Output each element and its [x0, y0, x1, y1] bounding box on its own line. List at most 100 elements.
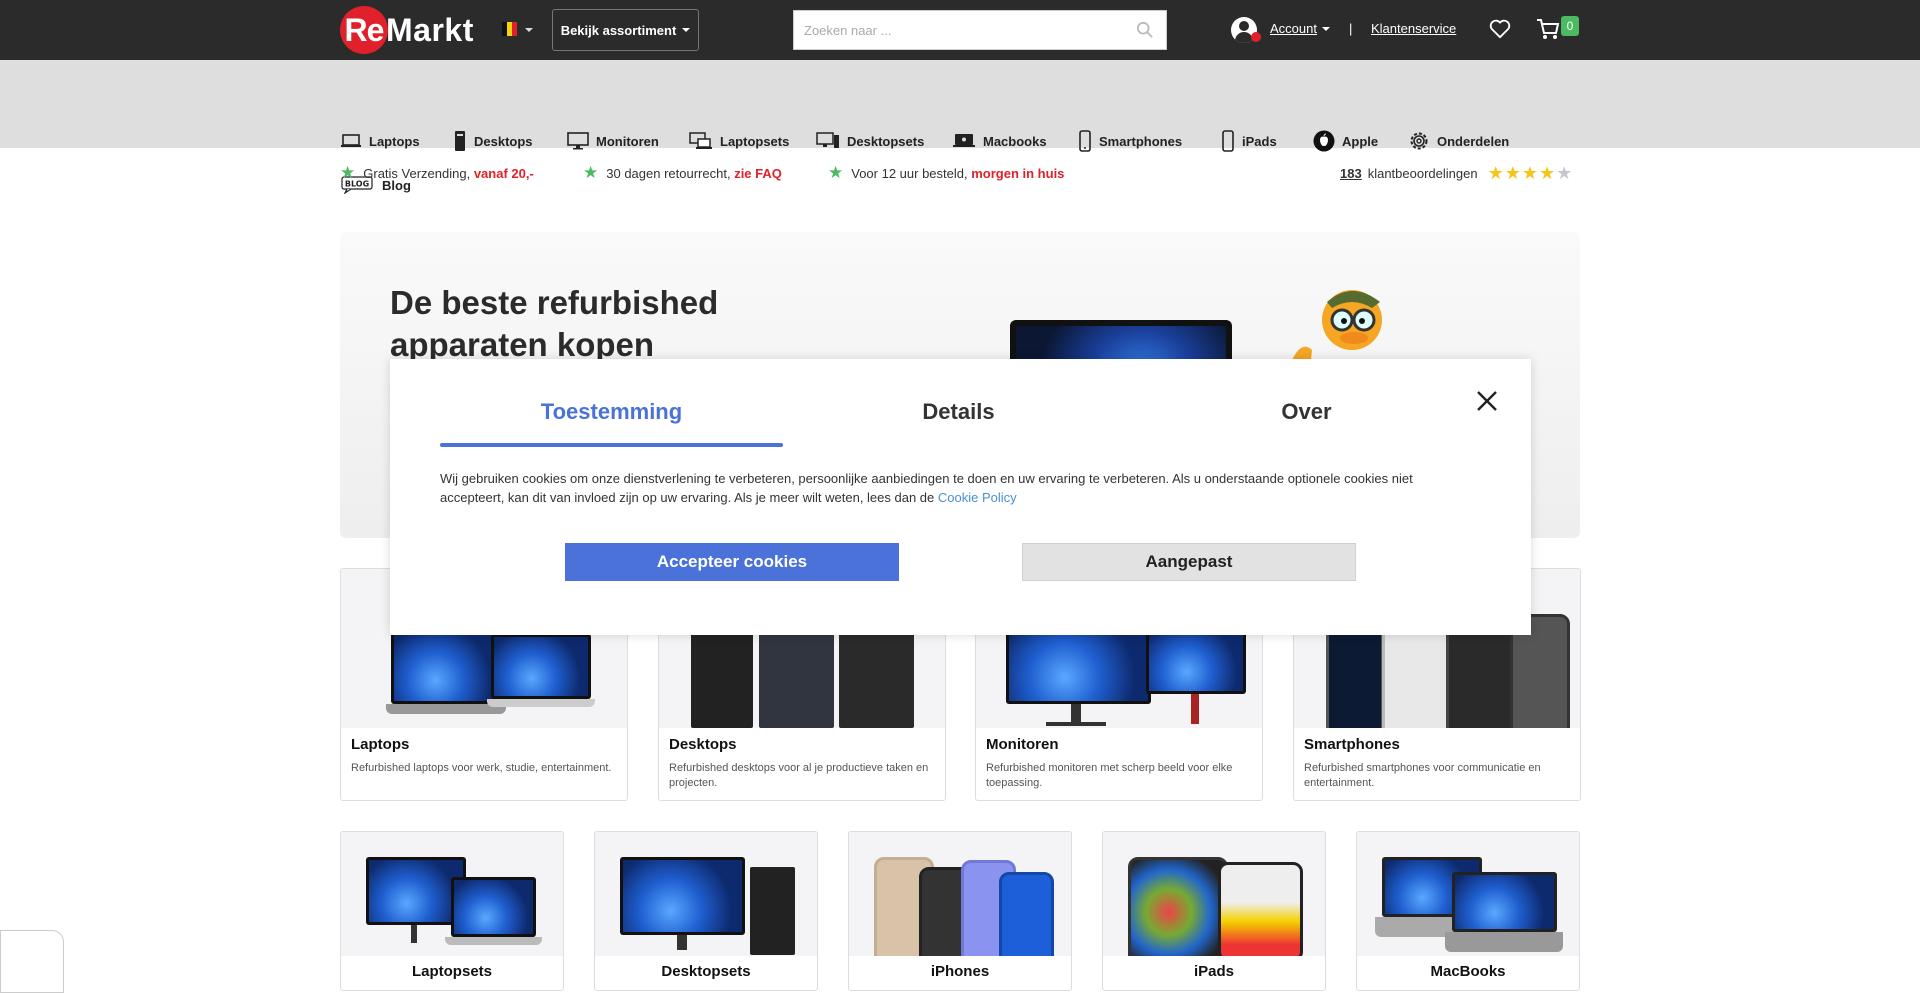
macbook-icon	[953, 134, 975, 147]
top-bar: Re Markt Bekijk assortiment Account | Kl…	[0, 0, 1920, 60]
nav-label: Desktops	[474, 133, 533, 149]
category-nav: Laptops Desktops Monitoren Laptopsets De…	[0, 60, 1920, 194]
nav-label: Macbooks	[983, 133, 1047, 149]
card-title: Desktopsets	[661, 963, 751, 980]
search-box	[793, 10, 1167, 50]
separator: |	[1349, 21, 1353, 36]
category-card-macbooks[interactable]: MacBooks	[1356, 831, 1580, 991]
desktop-tower-icon	[455, 131, 465, 151]
nav-item-desktopsets[interactable]: Desktopsets	[816, 129, 924, 153]
chat-widget[interactable]	[0, 930, 64, 993]
laptopset-icon	[689, 132, 712, 149]
hero-title: De beste refurbished apparaten kopen	[390, 284, 719, 363]
usp-shipping: ★ Gratis Verzending, vanaf 20,-	[340, 163, 534, 183]
card-description: Refurbished monitoren met scherp beeld v…	[986, 762, 1233, 789]
tablet-icon	[1222, 130, 1234, 152]
usp-text: Gratis Verzending,	[363, 165, 471, 181]
card-image	[849, 832, 1071, 956]
cookie-description: Wij gebruiken cookies om onze dienstverl…	[440, 471, 1413, 505]
heart-icon[interactable]	[1489, 19, 1511, 39]
star-icon: ★	[1539, 163, 1556, 183]
logo-mark: Re	[340, 6, 388, 54]
star-icon: ★	[340, 163, 356, 182]
nav-item-onderdelen[interactable]: Onderdelen	[1408, 129, 1509, 153]
usp-highlight: morgen in huis	[971, 165, 1065, 181]
star-icon: ★	[1556, 163, 1573, 183]
assortment-button[interactable]: Bekijk assortiment	[552, 9, 699, 51]
card-title: Laptops	[351, 736, 410, 753]
gear-icon	[1410, 132, 1428, 150]
account-label: Account	[1270, 21, 1317, 36]
search-icon[interactable]	[1136, 21, 1154, 39]
category-card-iphones[interactable]: iPhones	[848, 831, 1072, 991]
cart-icon[interactable]	[1536, 18, 1560, 40]
search-input[interactable]	[794, 11, 1114, 49]
cookie-policy-link[interactable]: Cookie Policy	[938, 490, 1017, 505]
category-card-laptopsets[interactable]: Laptopsets	[340, 831, 564, 991]
card-title: iPads	[1193, 963, 1235, 980]
usp-text: Voor 12 uur besteld,	[851, 165, 968, 181]
usp-delivery: ★ Voor 12 uur besteld, morgen in huis	[828, 163, 1064, 183]
smartphone-icon	[1079, 130, 1091, 152]
usp-returns: ★ 30 dagen retourrecht, zie FAQ	[583, 163, 782, 183]
card-title: iPhones	[930, 963, 990, 980]
card-image	[341, 832, 563, 956]
tab-over[interactable]: Over	[1135, 399, 1478, 425]
nav-item-laptops[interactable]: Laptops	[340, 129, 420, 153]
mascot-image	[1292, 290, 1382, 370]
nav-item-apple[interactable]: Apple	[1313, 129, 1378, 153]
nav-label: Desktopsets	[847, 133, 925, 149]
assortment-label: Bekijk assortiment	[560, 22, 677, 38]
review-label: klantbeoordelingen	[1367, 166, 1478, 181]
logo[interactable]: Re Markt	[340, 5, 474, 55]
tab-toestemming[interactable]: Toestemming	[440, 399, 783, 425]
desktopset-icon	[816, 132, 839, 148]
tab-details[interactable]: Details	[787, 399, 1130, 425]
logo-text: Markt	[386, 11, 474, 48]
card-title: Laptopsets	[411, 963, 492, 980]
card-title: Smartphones	[1304, 736, 1400, 753]
chevron-down-icon	[525, 28, 533, 32]
star-icon: ★	[1487, 163, 1504, 183]
account-link[interactable]: Account	[1270, 21, 1330, 36]
nav-item-smartphones[interactable]: Smartphones	[1078, 129, 1182, 153]
cart-count-badge: 0	[1561, 16, 1579, 36]
laptop-icon	[341, 134, 361, 147]
card-title: Desktops	[669, 736, 737, 753]
cookie-consent-dialog: Toestemming Details Over Wij gebruiken c…	[390, 359, 1531, 635]
nav-item-ipads[interactable]: iPads	[1221, 129, 1277, 153]
close-icon[interactable]	[1475, 389, 1499, 413]
nav-item-macbooks[interactable]: Macbooks	[952, 129, 1047, 153]
nav-label: Laptops	[369, 133, 420, 149]
card-image	[1103, 832, 1325, 956]
star-icon: ★	[1504, 163, 1521, 183]
card-image	[595, 832, 817, 956]
status-badge	[1251, 32, 1261, 42]
card-description: Refurbished laptops voor werk, studie, e…	[351, 762, 612, 774]
review-count: 183	[1340, 166, 1362, 181]
star-icon: ★	[583, 163, 599, 182]
star-icon: ★	[1521, 163, 1538, 183]
customer-service-link[interactable]: Klantenservice	[1371, 21, 1456, 36]
nav-item-laptopsets[interactable]: Laptopsets	[689, 129, 789, 153]
category-card-ipads[interactable]: iPads	[1102, 831, 1326, 991]
nav-item-monitoren[interactable]: Monitoren	[567, 129, 659, 153]
usp-text: 30 dagen retourrecht,	[606, 165, 731, 181]
faq-link[interactable]: zie FAQ	[734, 166, 782, 181]
card-image	[1357, 832, 1579, 956]
nav-item-desktops[interactable]: Desktops	[453, 129, 533, 153]
card-title: MacBooks	[1430, 963, 1506, 980]
chevron-down-icon	[682, 28, 691, 32]
review-summary[interactable]: 183 klantbeoordelingen ★ ★ ★ ★ ★	[1340, 163, 1572, 184]
monitor-icon	[567, 132, 589, 150]
chevron-down-icon	[1321, 26, 1330, 31]
rating-stars: ★ ★ ★ ★ ★	[1488, 163, 1573, 184]
belgium-flag-icon[interactable]	[502, 22, 517, 36]
usp-highlight: vanaf 20,-	[473, 165, 534, 181]
category-card-desktopsets[interactable]: Desktopsets	[594, 831, 818, 991]
active-tab-indicator	[440, 443, 783, 447]
star-icon: ★	[828, 163, 844, 182]
accept-cookies-button[interactable]: Accepteer cookies	[565, 543, 899, 581]
card-title: Monitoren	[986, 736, 1059, 753]
customize-cookies-button[interactable]: Aangepast	[1022, 543, 1356, 581]
